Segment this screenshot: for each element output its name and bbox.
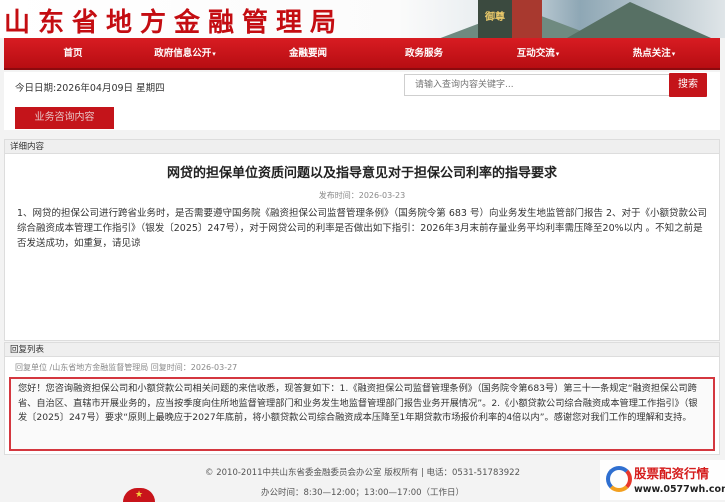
nav-item-label: 首页 bbox=[63, 48, 83, 59]
watermark-logo-icon bbox=[606, 466, 632, 492]
reply-panel-header: 回复列表 bbox=[5, 343, 719, 357]
nav-item-gov-services[interactable]: 政务服务 bbox=[388, 38, 460, 68]
consult-bar: 业务咨询内容 bbox=[4, 100, 720, 130]
current-date: 今日日期:2026年04月09日 星期四 bbox=[15, 83, 165, 94]
chevron-down-icon: ▾ bbox=[555, 50, 560, 58]
detail-panel-header: 详细内容 bbox=[5, 140, 719, 154]
chevron-down-icon: ▾ bbox=[212, 50, 216, 58]
stele-decoration: 御尊 bbox=[478, 0, 512, 38]
date-search-row: 今日日期:2026年04月09日 星期四 搜索 bbox=[4, 72, 720, 100]
nav-item-finance-news[interactable]: 金融要闻 bbox=[272, 38, 344, 68]
temple-decoration bbox=[512, 0, 542, 38]
watermark-text: 股票配资行情 bbox=[634, 466, 710, 481]
nav-item-label: 金融要闻 bbox=[288, 48, 327, 59]
mountain-decoration-2 bbox=[560, 2, 720, 38]
nav-item-home[interactable]: 首页 bbox=[44, 38, 102, 68]
publish-time: 发布时间：2026-03-23 bbox=[318, 191, 406, 200]
question-title: 网贷的担保单位资质问题以及指导意见对于担保公司利率的指导要求 bbox=[166, 166, 557, 181]
question-body: 1、网贷的担保公司进行跨省业务时，是否需要遵守国务院《融资担保公司监督管理条例》… bbox=[17, 208, 708, 249]
watermark: 股票配资行情 www.0577wh.com bbox=[600, 460, 725, 500]
reply-meta: 回复单位 /山东省地方金融监督管理局 回复时间：2026-03-27 bbox=[15, 363, 238, 372]
watermark-url: www.0577wh.com bbox=[634, 484, 725, 495]
site-title: 山东省地方金融管理局 bbox=[4, 8, 345, 38]
nav-item-label: 热点关注 bbox=[632, 48, 671, 59]
chevron-down-icon: ▾ bbox=[671, 50, 676, 58]
nav-item-interaction[interactable]: 互动交流▾ bbox=[502, 38, 574, 68]
reply-panel: 回复列表 回复单位 /山东省地方金融监督管理局 回复时间：2026-03-27 … bbox=[4, 342, 720, 455]
nav-item-label: 政府信息公开 bbox=[154, 48, 212, 59]
tab-consult-content[interactable]: 业务咨询内容 bbox=[15, 107, 114, 129]
nav-item-label: 政务服务 bbox=[404, 48, 443, 59]
reply-body: 您好！您咨询融资担保公司和小额贷款公司相关问题的来信收悉，现答复如下：1.《融资… bbox=[9, 377, 715, 451]
star-icon: ★ bbox=[135, 490, 144, 500]
search-input[interactable] bbox=[404, 74, 670, 96]
main-nav: 首页 政府信息公开▾ 金融要闻 政务服务 互动交流▾ 热点关注▾ bbox=[4, 38, 720, 70]
nav-item-hot-topics[interactable]: 热点关注▾ bbox=[618, 38, 690, 68]
nav-item-gov-info[interactable]: 政府信息公开▾ bbox=[142, 38, 228, 68]
search-button[interactable]: 搜索 bbox=[669, 73, 707, 97]
site-banner: 御尊 山东省地方金融管理局 bbox=[0, 0, 725, 38]
nav-item-label: 互动交流 bbox=[516, 48, 555, 59]
detail-panel: 详细内容 网贷的担保单位资质问题以及指导意见对于担保公司利率的指导要求 发布时间… bbox=[4, 139, 720, 341]
